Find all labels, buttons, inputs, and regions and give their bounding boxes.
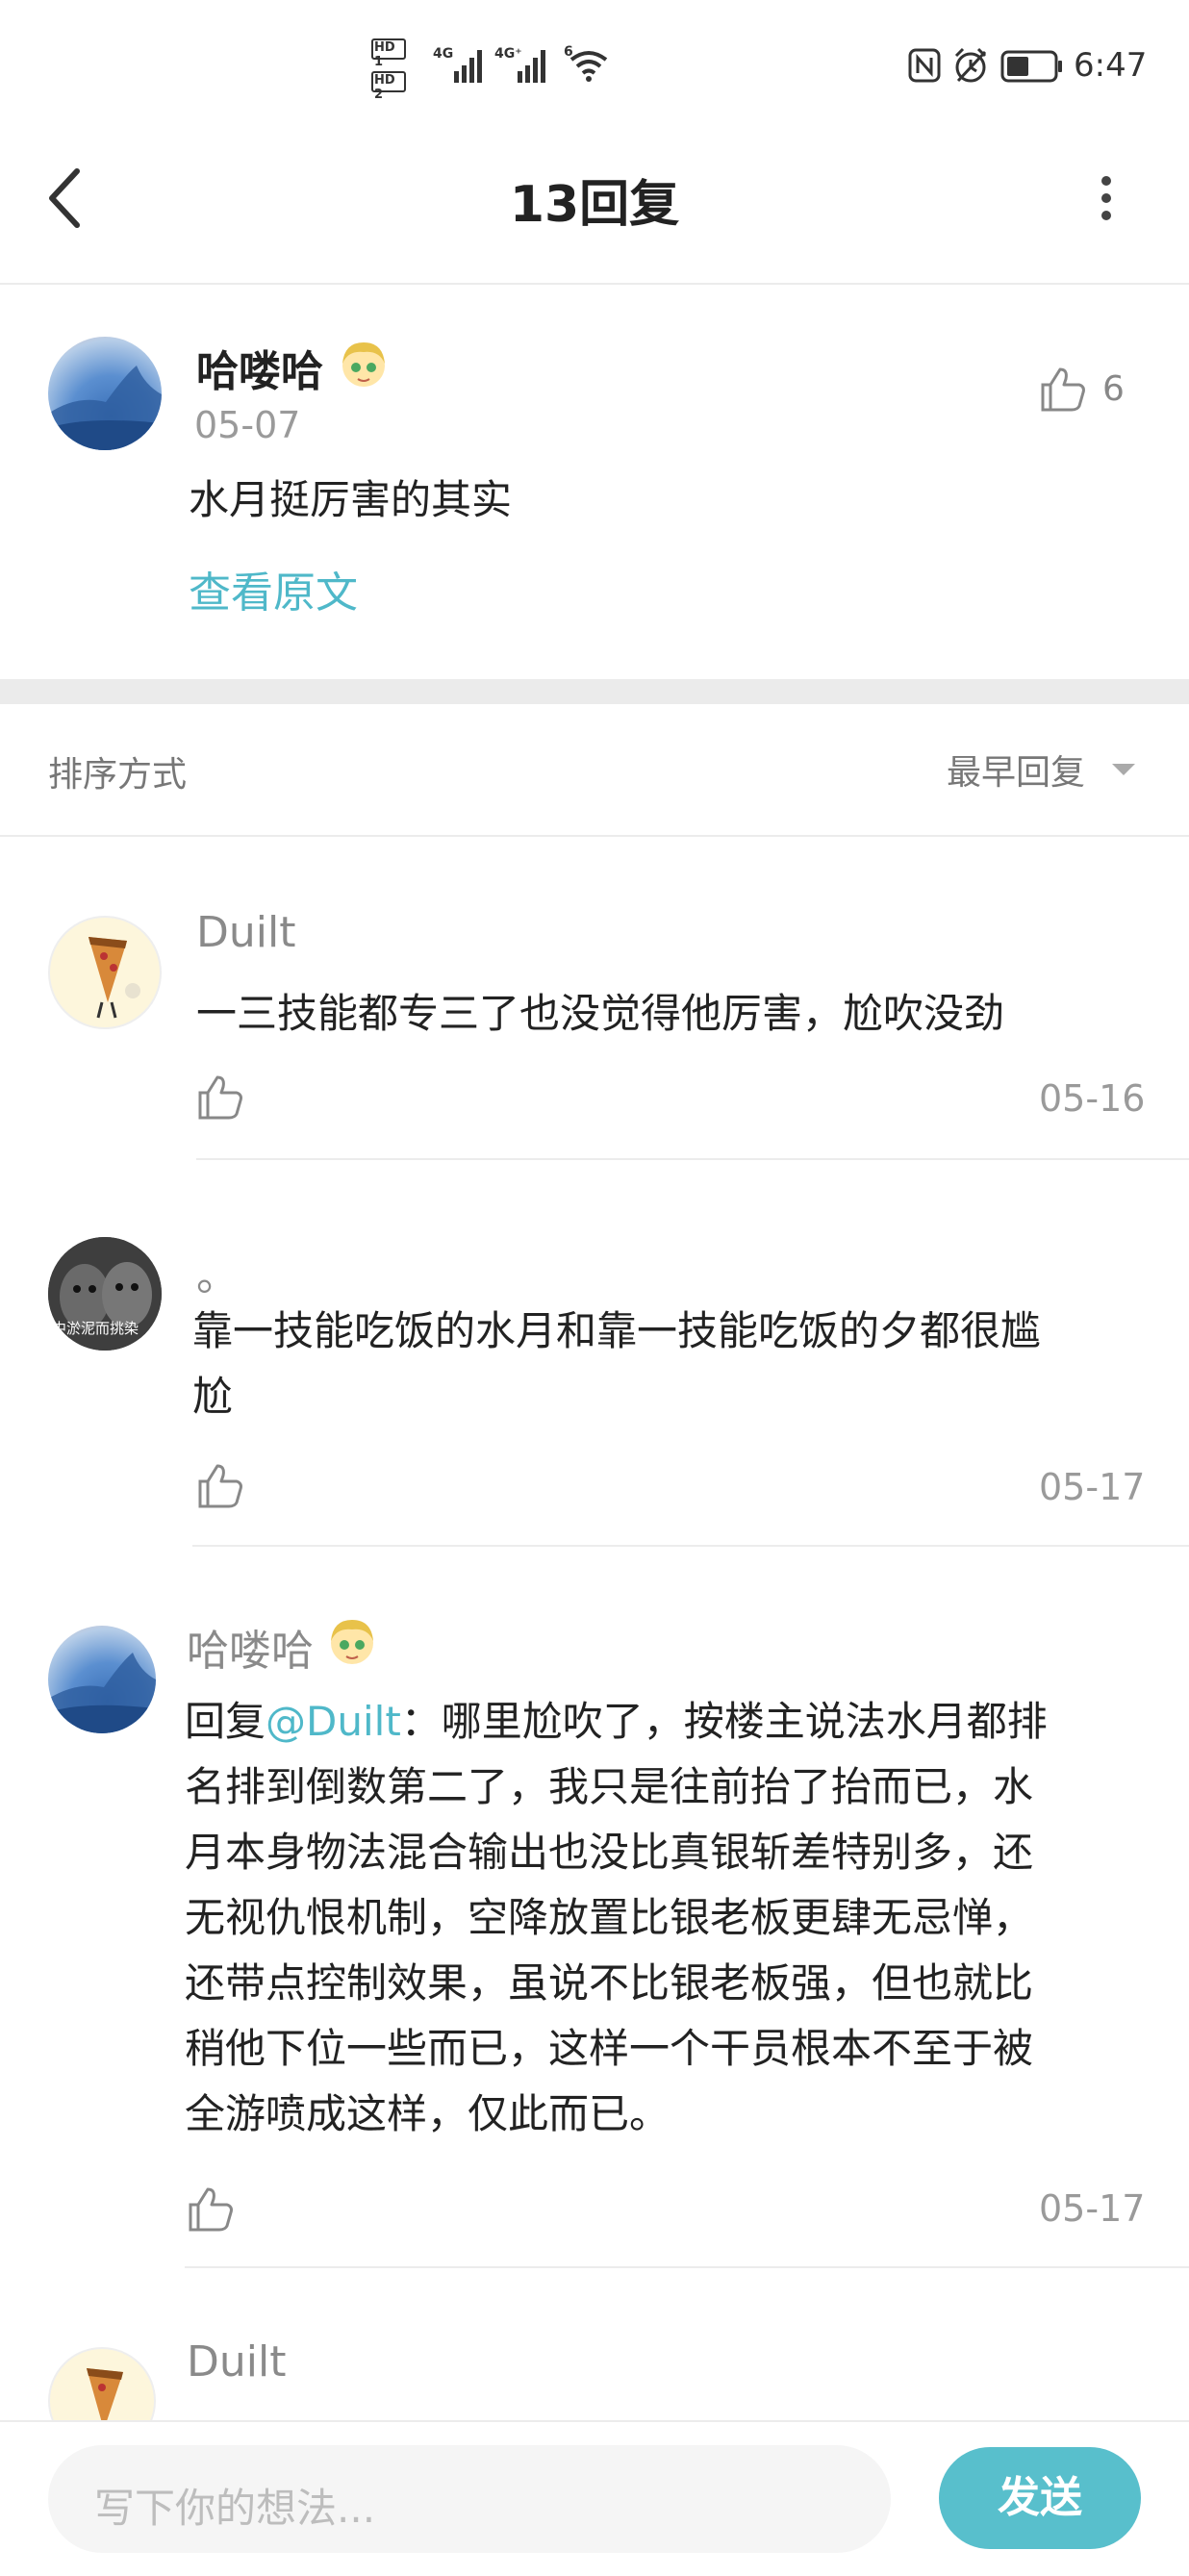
- chevron-down-icon: [1112, 764, 1135, 775]
- username[interactable]: 哈喽哈: [187, 1616, 314, 1678]
- signal-icon: [454, 50, 482, 83]
- reply-text-line: 月本身物法混合输出也没比真银斩差特别多，还: [185, 1829, 1034, 1876]
- thumbs-up-icon: [189, 2187, 233, 2232]
- hd2-badge: HD 2: [371, 71, 406, 102]
- post-date: 05-07: [194, 404, 301, 446]
- signal-icon-2: [518, 50, 545, 83]
- more-vertical-icon: [1101, 176, 1111, 220]
- like-button[interactable]: [196, 1460, 244, 1510]
- username[interactable]: 哈喽哈: [196, 337, 323, 398]
- user-badge-icon: [342, 342, 385, 387]
- section-divider: [0, 679, 1189, 704]
- reply-text: 一三技能都专三了也没觉得他厉害，尬吹没劲: [196, 990, 1005, 1037]
- avatar[interactable]: [48, 337, 162, 450]
- more-button[interactable]: [1087, 169, 1126, 227]
- reply-date: 05-16: [1039, 1077, 1146, 1120]
- avatar-landscape-image: [48, 1653, 156, 1733]
- sort-label: 排序方式: [48, 755, 188, 795]
- status-bar: HD 1 HD 2 4G 4G⁺ 6 6:47: [0, 0, 1189, 135]
- comment-input-placeholder: 写下你的想法...: [94, 2485, 376, 2532]
- reply-text-line-2: 尬: [192, 1373, 234, 1420]
- page-title: 13回复: [509, 176, 680, 234]
- sort-selected-value: 最早回复: [947, 753, 1086, 793]
- user-badge-icon: [331, 1620, 373, 1664]
- thumbs-up-icon: [198, 1075, 242, 1120]
- reply-text-line: 名排到倒数第二了，我只是往前抬了抬而已，水: [185, 1763, 1034, 1810]
- like-count: 6: [1102, 369, 1125, 409]
- view-original-link[interactable]: 查看原文: [189, 558, 358, 619]
- reply-divider: [196, 1158, 1189, 1160]
- network-type-1: 4G: [433, 46, 454, 62]
- avatar-pizza-image: [89, 937, 140, 1019]
- avatar-caption: 中淤泥而挑染: [52, 1320, 139, 1337]
- nfc-icon: [908, 48, 941, 83]
- thumbs-up-icon: [198, 1464, 242, 1508]
- reply-text: 回复@Duilt：哪里尬吹了，按楼主说法水月都排 名排到倒数第二了，我只是往前抬…: [185, 1689, 1147, 2147]
- post-text: 水月挺厉害的其实: [189, 476, 513, 523]
- reply-text-line: 回复@Duilt：哪里尬吹了，按楼主说法水月都排: [185, 1698, 1048, 1745]
- mention-link[interactable]: @Duilt: [266, 1698, 401, 1745]
- reply-text-line: 全游喷成这样，仅此而已。: [185, 2090, 670, 2137]
- avatar-landscape-image: [48, 366, 162, 450]
- like-button[interactable]: [187, 2184, 235, 2234]
- sort-divider: [0, 835, 1189, 837]
- username[interactable]: Duilt: [196, 908, 295, 957]
- reply-date: 05-17: [1039, 1466, 1146, 1508]
- send-button[interactable]: 发送: [939, 2447, 1141, 2549]
- battery-icon: [1000, 50, 1062, 83]
- reply-date: 05-17: [1039, 2187, 1146, 2230]
- comment-input[interactable]: 写下你的想法...: [48, 2445, 891, 2553]
- thumbs-up-icon: [1041, 367, 1085, 412]
- reply-text-line-1: 靠一技能吃饭的水月和靠一技能吃饭的夕都很尴: [192, 1307, 1042, 1354]
- reply-text-line: 稍他下位一些而已，这样一个干员根本不至于被: [185, 2025, 1034, 2072]
- avatar[interactable]: [48, 916, 162, 1029]
- avatar[interactable]: [48, 1626, 156, 1733]
- username[interactable]: 。: [196, 1241, 239, 1302]
- alarm-icon: [954, 47, 987, 83]
- header-divider: [0, 283, 1189, 285]
- like-button[interactable]: 6: [1039, 364, 1145, 417]
- reply-divider: [185, 2266, 1189, 2268]
- hd1-badge: HD 1: [371, 38, 406, 69]
- username[interactable]: Duilt: [187, 2337, 286, 2387]
- reply-divider: [192, 1545, 1189, 1547]
- wifi-icon: [569, 51, 608, 82]
- sort-dropdown[interactable]: 最早回复: [947, 745, 1139, 793]
- reply-text-line: 还带点控制效果，虽说不比银老板强，但也就比: [185, 1959, 1034, 2007]
- like-button[interactable]: [196, 1072, 244, 1122]
- reply-text-line: 无视仇恨机制，空降放置比银老板更肆无忌惮，: [185, 1894, 1034, 1941]
- clock-time: 6:47: [1074, 46, 1148, 85]
- avatar[interactable]: 中淤泥而挑染: [48, 1237, 162, 1351]
